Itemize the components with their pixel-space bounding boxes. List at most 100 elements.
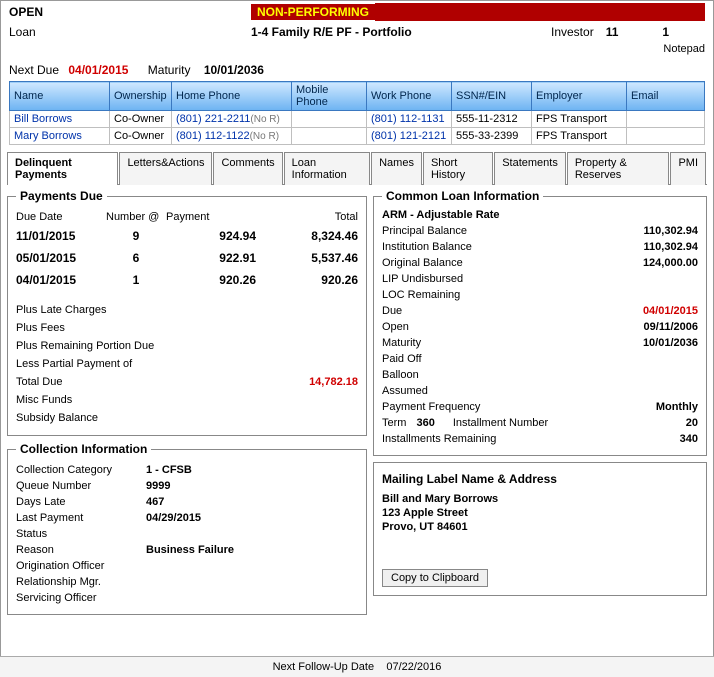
install-rem-label: Installments Remaining	[382, 433, 532, 445]
days-late-label: Days Late	[16, 496, 146, 508]
principal-val: 110,302.94	[532, 225, 698, 237]
pd-head-num: Number @	[106, 211, 166, 223]
status-bar	[375, 3, 705, 21]
lip-label: LIP Undisbursed	[382, 273, 532, 285]
loc-val	[532, 289, 698, 301]
due-val: 04/01/2015	[532, 305, 698, 317]
footer-label: Next Follow-Up Date	[273, 661, 374, 673]
install-num-val: 20	[686, 417, 698, 429]
install-num-label: Installment Number	[453, 417, 548, 429]
tab-loan-information[interactable]: Loan Information	[284, 152, 370, 185]
col-mobile[interactable]: Mobile Phone	[292, 82, 367, 111]
pd-head-payment: Payment	[166, 211, 256, 223]
days-late-val: 467	[146, 496, 164, 508]
maturity-label: Maturity	[148, 63, 191, 77]
footer-value: 07/22/2016	[386, 661, 441, 673]
col-ownership[interactable]: Ownership	[110, 82, 172, 111]
paidoff-val	[532, 353, 698, 365]
rel-mgr-label: Relationship Mgr.	[16, 576, 146, 588]
open-label: OPEN	[9, 5, 251, 19]
loc-label: LOC Remaining	[382, 289, 532, 301]
col-home[interactable]: Home Phone	[172, 82, 292, 111]
mail-line1: Bill and Mary Borrows	[382, 492, 698, 506]
orig-officer-label: Origination Officer	[16, 560, 146, 572]
paidoff-label: Paid Off	[382, 353, 532, 365]
next-due-value: 04/01/2015	[68, 63, 128, 77]
investor-value-2: 1	[662, 25, 669, 39]
queue-label: Queue Number	[16, 480, 146, 492]
tab-statements[interactable]: Statements	[494, 152, 566, 185]
subsidy-balance: Subsidy Balance	[16, 412, 358, 424]
copy-clipboard-button[interactable]: Copy to Clipboard	[382, 569, 488, 587]
payments-due-legend: Payments Due	[16, 189, 107, 203]
collection-panel: Collection Information Collection Catego…	[7, 442, 367, 615]
total-due-label: Total Due	[16, 376, 309, 388]
footer: Next Follow-Up Date 07/22/2016	[0, 656, 714, 677]
term-label: Term	[382, 417, 406, 429]
col-ssn[interactable]: SSN#/EIN	[452, 82, 532, 111]
lip-val	[532, 273, 698, 285]
col-work[interactable]: Work Phone	[367, 82, 452, 111]
orig-bal-val: 124,000.00	[532, 257, 698, 269]
less-partial: Less Partial Payment of	[16, 358, 358, 370]
due-label: Due	[382, 305, 532, 317]
plus-fees: Plus Fees	[16, 322, 358, 334]
orig-bal-label: Original Balance	[382, 257, 532, 269]
principal-label: Principal Balance	[382, 225, 532, 237]
pd-head-date: Due Date	[16, 211, 106, 223]
tab-short-history[interactable]: Short History	[423, 152, 493, 185]
freq-label: Payment Frequency	[382, 401, 532, 413]
tab-names[interactable]: Names	[371, 152, 422, 185]
tab-pmi[interactable]: PMI	[670, 152, 706, 185]
pd-head-total: Total	[256, 211, 358, 223]
term-val: 360	[416, 417, 434, 429]
maturity-val: 10/01/2036	[532, 337, 698, 349]
coll-cat-val: 1 - CFSB	[146, 464, 192, 476]
col-email[interactable]: Email	[627, 82, 705, 111]
open-val: 09/11/2006	[532, 321, 698, 333]
coll-cat-label: Collection Category	[16, 464, 146, 476]
table-row[interactable]: Mary BorrowsCo-Owner(801) 112-1122(No R)…	[10, 128, 705, 145]
notepad-link[interactable]: Notepad	[663, 43, 705, 55]
balloon-label: Balloon	[382, 369, 532, 381]
status-badge: NON-PERFORMING	[251, 4, 375, 20]
tab-letters-actions[interactable]: Letters&Actions	[119, 152, 212, 185]
mailing-panel: Mailing Label Name & Address Bill and Ma…	[373, 462, 707, 596]
borrower-grid[interactable]: Name Ownership Home Phone Mobile Phone W…	[9, 81, 705, 145]
next-due-label: Next Due	[9, 63, 59, 77]
collection-legend: Collection Information	[16, 442, 151, 456]
serv-officer-label: Servicing Officer	[16, 592, 146, 604]
plus-late: Plus Late Charges	[16, 304, 358, 316]
status-label: Status	[16, 528, 146, 540]
install-rem-val: 340	[532, 433, 698, 445]
payment-row: 05/01/20156922.915,537.46	[16, 247, 358, 269]
balloon-val	[532, 369, 698, 381]
tab-comments[interactable]: Comments	[213, 152, 282, 185]
loan-type: 1-4 Family R/E PF - Portfolio	[251, 25, 551, 39]
loan-info-legend: Common Loan Information	[382, 189, 543, 203]
col-name[interactable]: Name	[10, 82, 110, 111]
last-pay-val: 04/29/2015	[146, 512, 201, 524]
loan-info-subtitle: ARM - Adjustable Rate	[382, 209, 698, 223]
maturity-label2: Maturity	[382, 337, 532, 349]
total-due-value: 14,782.18	[309, 376, 358, 388]
plus-remaining: Plus Remaining Portion Due	[16, 340, 358, 352]
open-label2: Open	[382, 321, 532, 333]
col-employer[interactable]: Employer	[532, 82, 627, 111]
mail-line2: 123 Apple Street	[382, 506, 698, 520]
tabs: Delinquent PaymentsLetters&ActionsCommen…	[7, 151, 707, 185]
mailing-title: Mailing Label Name & Address	[382, 471, 698, 492]
payment-row: 04/01/20151920.26920.26	[16, 269, 358, 291]
table-row[interactable]: Bill BorrowsCo-Owner(801) 221-2211(No R)…	[10, 111, 705, 128]
investor-label: Investor	[551, 25, 594, 39]
maturity-value: 10/01/2036	[204, 63, 264, 77]
investor-value-1: 11	[606, 25, 619, 39]
reason-val: Business Failure	[146, 544, 234, 556]
assumed-label: Assumed	[382, 385, 532, 397]
loan-info-panel: Common Loan Information ARM - Adjustable…	[373, 189, 707, 456]
tab-property-reserves[interactable]: Property & Reserves	[567, 152, 670, 185]
freq-val: Monthly	[532, 401, 698, 413]
queue-val: 9999	[146, 480, 170, 492]
inst-bal-label: Institution Balance	[382, 241, 532, 253]
tab-delinquent-payments[interactable]: Delinquent Payments	[7, 152, 118, 185]
